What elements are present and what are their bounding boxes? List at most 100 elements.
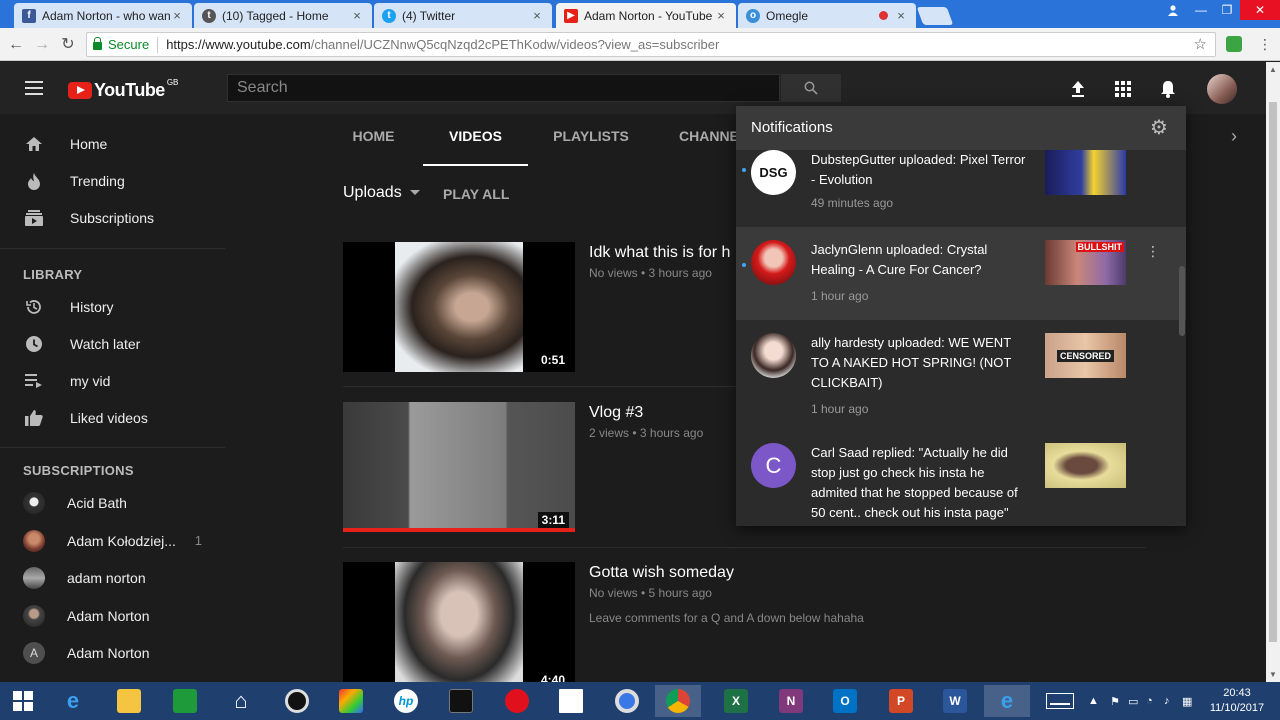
- video-title[interactable]: Gotta wish someday: [589, 564, 734, 582]
- youtube-logo[interactable]: YouTube GB: [68, 78, 178, 101]
- network-icon[interactable]: ▦: [1182, 682, 1192, 720]
- new-tab-button[interactable]: [916, 7, 954, 25]
- close-icon[interactable]: ×: [530, 8, 544, 23]
- taskbar-app[interactable]: [328, 685, 374, 717]
- taskbar-file-explorer[interactable]: [106, 685, 152, 717]
- sidebar-item-watch-later[interactable]: Watch later: [0, 325, 225, 362]
- taskbar-store[interactable]: [162, 685, 208, 717]
- subscription-item[interactable]: Adam Norton: [0, 597, 225, 634]
- subscription-item[interactable]: Adam Kołodziej... 1: [0, 522, 225, 559]
- scrollbar-thumb[interactable]: [1269, 102, 1277, 642]
- notification-item[interactable]: DSG DubstepGutter uploaded: Pixel Terror…: [736, 150, 1186, 227]
- taskbar-file[interactable]: [548, 685, 594, 717]
- taskbar-app[interactable]: [274, 685, 320, 717]
- browser-tab-twitter[interactable]: t (4) Twitter ×: [374, 3, 552, 28]
- taskbar-excel[interactable]: X: [713, 685, 759, 717]
- scroll-up-icon[interactable]: ▲: [1269, 65, 1277, 74]
- taskbar-powerpoint[interactable]: P: [878, 685, 924, 717]
- upload-icon[interactable]: [1067, 78, 1089, 100]
- gear-icon[interactable]: ⚙: [1150, 118, 1170, 138]
- taskbar-home[interactable]: ⌂: [218, 685, 264, 717]
- sidebar-item-history[interactable]: History: [0, 288, 225, 325]
- taskbar-outlook[interactable]: O: [822, 685, 868, 717]
- volume-icon[interactable]: ♪: [1164, 682, 1170, 720]
- notifications-bell-icon[interactable]: [1157, 78, 1179, 100]
- taskbar-app[interactable]: [438, 685, 484, 717]
- browser-tab-tagged[interactable]: t (10) Tagged - Home ×: [194, 3, 372, 28]
- search-button[interactable]: [781, 74, 841, 102]
- bookmark-star-icon[interactable]: ☆: [1194, 35, 1207, 53]
- extension-icon[interactable]: [1226, 36, 1242, 52]
- secure-indicator[interactable]: Secure: [93, 36, 149, 52]
- omegle-icon: o: [746, 8, 760, 23]
- page-scrollbar[interactable]: ▲ ▼: [1266, 62, 1280, 682]
- close-icon[interactable]: ×: [170, 8, 184, 23]
- taskbar-hp[interactable]: hp: [383, 685, 429, 717]
- forward-icon[interactable]: →: [32, 35, 52, 55]
- system-clock[interactable]: 20:43 11/10/2017: [1207, 686, 1267, 716]
- wifi-icon[interactable]: ◔: [1146, 682, 1153, 720]
- taskbar-onenote[interactable]: N: [768, 685, 814, 717]
- keyboard-icon[interactable]: [1046, 682, 1074, 720]
- internet-explorer-icon: e: [66, 688, 80, 713]
- back-icon[interactable]: ←: [6, 35, 26, 55]
- notification-item[interactable]: ally hardesty uploaded: WE WENT TO A NAK…: [736, 320, 1186, 430]
- taskbar-internet-explorer[interactable]: e: [50, 685, 96, 717]
- sidebar-item-liked-videos[interactable]: Liked videos: [0, 399, 225, 436]
- chevron-right-icon[interactable]: ›: [1231, 126, 1237, 147]
- account-avatar[interactable]: [1207, 74, 1237, 104]
- address-bar[interactable]: Secure https://www.youtube.com/channel/U…: [86, 32, 1216, 57]
- browser-menu-icon[interactable]: ⋮: [1258, 36, 1272, 53]
- flag-icon[interactable]: ⚑: [1110, 682, 1120, 720]
- restore-icon[interactable]: ❐: [1214, 0, 1240, 20]
- start-button[interactable]: [0, 685, 46, 717]
- battery-icon[interactable]: ▭: [1128, 682, 1138, 720]
- tab-videos[interactable]: VIDEOS: [423, 114, 528, 166]
- chrome-canary-icon: [615, 689, 639, 713]
- taskbar-chrome-active[interactable]: [655, 685, 701, 717]
- profile-icon[interactable]: [1162, 0, 1184, 20]
- tab-home[interactable]: HOME: [340, 114, 407, 166]
- notification-item[interactable]: JaclynGlenn uploaded: Crystal Healing - …: [736, 227, 1186, 320]
- subscription-item[interactable]: A Adam Norton: [0, 634, 225, 671]
- notifications-scrollbar[interactable]: [1179, 266, 1185, 336]
- browser-tab-youtube[interactable]: ▶ Adam Norton - YouTube ×: [556, 3, 736, 28]
- url-text[interactable]: https://www.youtube.com/channel/UCZNnwQ5…: [166, 37, 719, 52]
- uploads-dropdown[interactable]: Uploads: [343, 184, 420, 202]
- notification-avatar: DSG: [751, 150, 796, 195]
- play-all-button[interactable]: PLAY ALL: [443, 186, 509, 202]
- close-icon[interactable]: ×: [714, 8, 728, 23]
- unread-dot: [742, 263, 746, 267]
- subscription-item[interactable]: Acid Bath: [0, 484, 225, 521]
- menu-icon[interactable]: [25, 81, 43, 95]
- taskbar-chrome[interactable]: [604, 685, 650, 717]
- minimize-icon[interactable]: —: [1188, 0, 1214, 20]
- video-thumbnail[interactable]: 4:40: [343, 562, 575, 682]
- taskbar-word[interactable]: W: [932, 685, 978, 717]
- more-options-icon[interactable]: ⋮: [1146, 243, 1160, 260]
- browser-tab-facebook[interactable]: f Adam Norton - who wan ×: [14, 3, 192, 28]
- tab-playlists[interactable]: PLAYLISTS: [543, 114, 639, 166]
- taskbar-opera[interactable]: [494, 685, 540, 717]
- video-title[interactable]: Idk what this is for h: [589, 244, 730, 262]
- video-thumbnail[interactable]: 0:51: [343, 242, 575, 372]
- sidebar-item-home[interactable]: Home: [0, 125, 225, 162]
- reload-icon[interactable]: ↻: [58, 35, 78, 55]
- notification-item[interactable]: C Carl Saad replied: "Actually he did st…: [736, 430, 1186, 526]
- sidebar-item-trending[interactable]: Trending: [0, 162, 225, 199]
- window-close-icon[interactable]: ✕: [1240, 0, 1280, 20]
- close-icon[interactable]: ×: [350, 8, 364, 23]
- browser-tab-omegle[interactable]: o Omegle ×: [738, 3, 916, 28]
- subscription-item[interactable]: adam norton: [0, 559, 225, 596]
- close-icon[interactable]: ×: [894, 8, 908, 23]
- youtube-play-icon: [68, 82, 92, 99]
- taskbar-edge[interactable]: e: [984, 685, 1030, 717]
- sidebar-item-my-vid[interactable]: my vid: [0, 362, 225, 399]
- scroll-down-icon[interactable]: ▼: [1269, 670, 1277, 679]
- sidebar-item-subscriptions[interactable]: Subscriptions: [0, 199, 225, 236]
- video-title[interactable]: Vlog #3: [589, 404, 643, 422]
- tray-expand-icon[interactable]: ▲: [1088, 682, 1099, 720]
- video-thumbnail[interactable]: 3:11: [343, 402, 575, 532]
- search-input[interactable]: Search: [227, 74, 780, 102]
- apps-grid-icon[interactable]: [1112, 78, 1134, 100]
